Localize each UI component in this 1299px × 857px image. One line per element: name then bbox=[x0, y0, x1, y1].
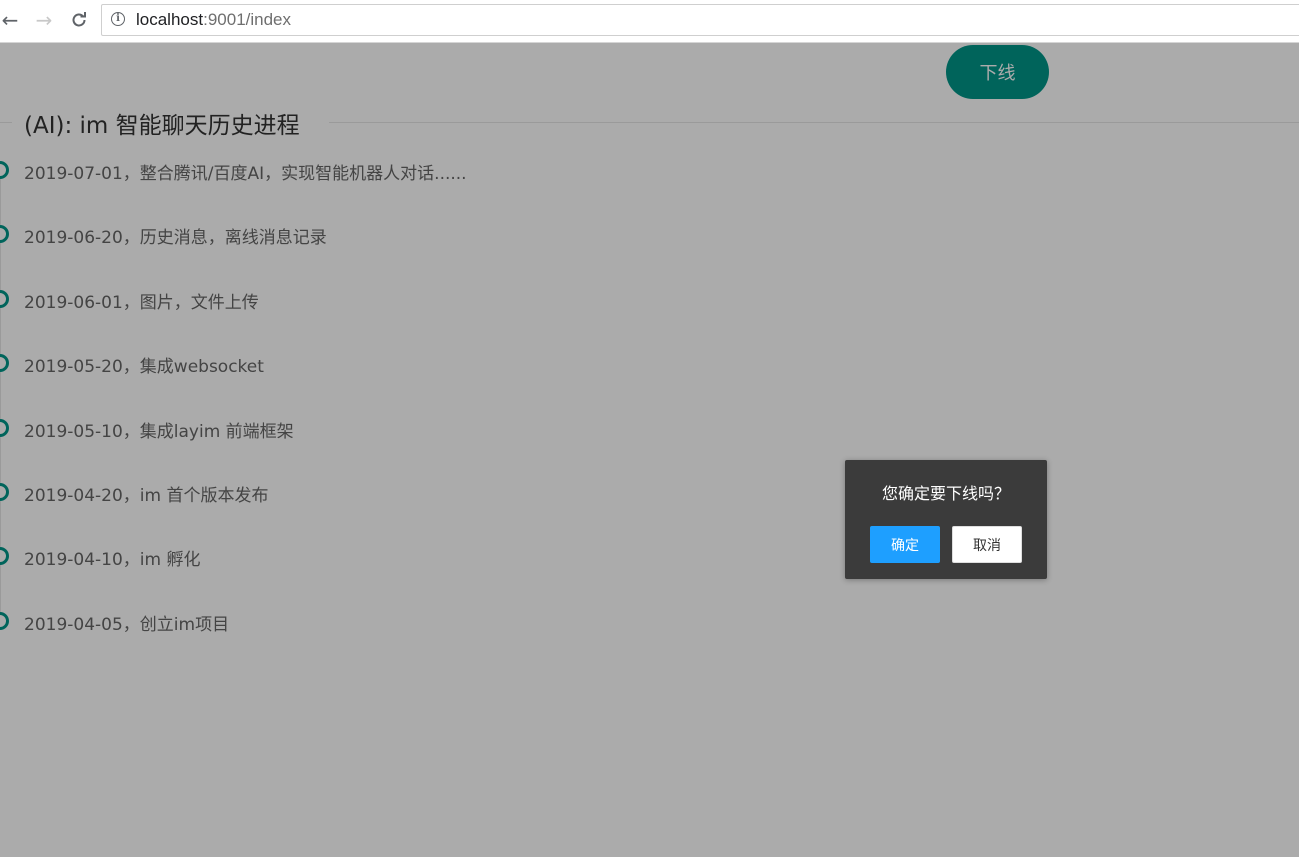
confirm-button[interactable]: 确定 bbox=[870, 526, 940, 563]
forward-icon[interactable]: → bbox=[32, 8, 56, 32]
info-icon[interactable]: i bbox=[111, 12, 125, 26]
reload-icon[interactable] bbox=[67, 8, 91, 32]
modal-overlay[interactable] bbox=[0, 43, 1299, 857]
url-path: :9001/index bbox=[203, 10, 292, 29]
address-bar[interactable]: i localhost:9001/index bbox=[101, 4, 1299, 36]
url-text: localhost:9001/index bbox=[136, 10, 291, 30]
back-icon[interactable]: ← bbox=[0, 8, 22, 32]
confirm-dialog: 您确定要下线吗？ 确定 取消 bbox=[845, 460, 1047, 579]
browser-toolbar: ← → i localhost:9001/index bbox=[0, 0, 1299, 43]
url-host: localhost bbox=[136, 10, 204, 29]
dialog-message: 您确定要下线吗？ bbox=[881, 484, 1010, 503]
cancel-button[interactable]: 取消 bbox=[952, 526, 1022, 563]
